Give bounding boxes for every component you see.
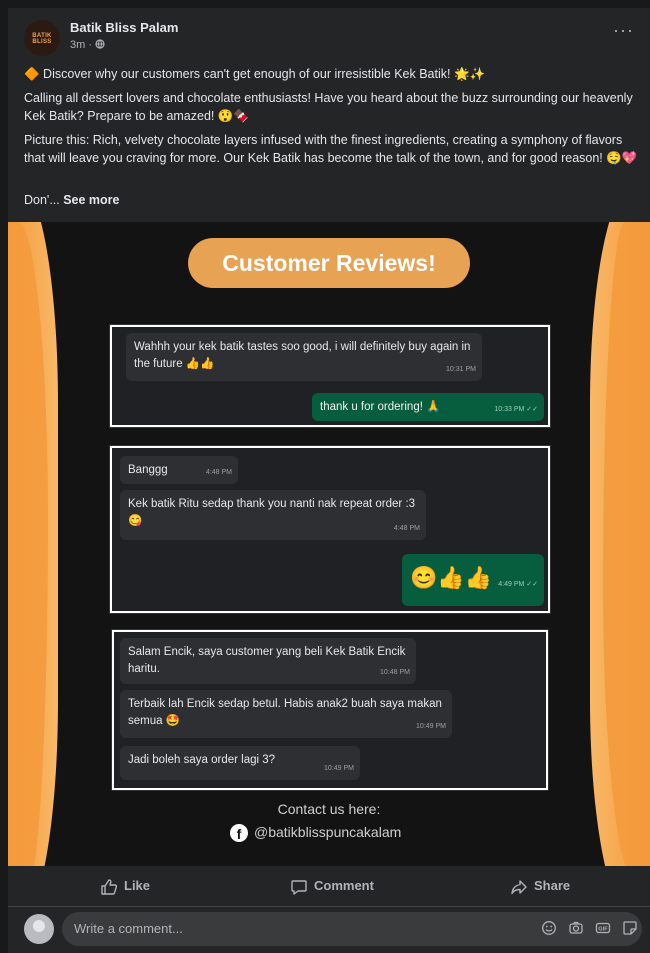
review2-bubble-1: Banggg 4:48 PM xyxy=(120,456,238,484)
user-avatar[interactable] xyxy=(24,914,54,944)
review1-outgoing-text: thank u for ordering! 🙏 xyxy=(320,401,441,413)
review1-incoming-text: Wahhh your kek batik tastes soo good, i … xyxy=(134,341,471,370)
comment-button[interactable]: Comment xyxy=(290,866,374,906)
post-timestamp[interactable]: 3m · xyxy=(70,39,105,51)
review-card-1: Wahhh your kek batik tastes soo good, i … xyxy=(110,325,550,427)
review2-msg2-text: Kek batik Ritu sedap thank you nanti nak… xyxy=(128,498,416,527)
more-options-button[interactable]: ··· xyxy=(613,21,634,39)
review2-msg1-text: Banggg xyxy=(128,464,168,476)
review2-outgoing-bubble: 😊👍👍 4:49 PM ✓✓ xyxy=(402,554,544,606)
review2-msg1-time: 4:48 PM xyxy=(205,469,232,476)
post-actions-bar: Like Comment Share xyxy=(8,866,650,907)
post-header: BATIK BLISS Batik Bliss Palam 3m · ··· xyxy=(8,8,650,60)
facebook-post: BATIK BLISS Batik Bliss Palam 3m · ··· 🔶… xyxy=(8,8,650,953)
review3-bubble-2: Terbaik lah Encik sedap betul. Habis ana… xyxy=(120,690,452,738)
emoji-icon[interactable] xyxy=(540,920,558,938)
contact-label: Contact us here: xyxy=(277,801,381,817)
comment-input[interactable]: Write a comment... GIF xyxy=(62,912,642,946)
comment-label: Comment xyxy=(314,878,374,893)
review2-msg2-time: 4:48 PM xyxy=(393,525,420,532)
post-text-truncated: Don'... See more xyxy=(24,192,639,210)
review3-msg2-time: 10:49 PM xyxy=(416,723,446,730)
review1-outgoing-bubble: thank u for ordering! 🙏 10:33 PM ✓✓ xyxy=(312,393,544,421)
review1-incoming-time: 10:31 PM xyxy=(446,366,476,373)
comment-row: Write a comment... GIF xyxy=(8,906,650,953)
post-text-paragraph2: Calling all dessert lovers and chocolate… xyxy=(24,91,633,123)
thumbs-up-icon xyxy=(100,878,124,895)
avatar-logo-text: BATIK BLISS xyxy=(32,33,52,45)
review2-outgoing-text: 😊👍👍 xyxy=(410,565,493,590)
camera-icon[interactable] xyxy=(567,920,585,938)
contact-handle-text: @batikblisspuncakalam xyxy=(254,824,402,840)
review3-bubble-3: Jadi boleh saya order lagi 3? 10:49 PM xyxy=(120,746,360,780)
ellipsis-icon: ··· xyxy=(613,20,634,40)
right-orange-wave-inner xyxy=(603,222,650,866)
review-card-2: Banggg 4:48 PM Kek batik Ritu sedap than… xyxy=(110,446,550,613)
review3-msg1-text: Salam Encik, saya customer yang beli Kek… xyxy=(128,646,406,675)
review1-incoming-bubble: Wahhh your kek batik tastes soo good, i … xyxy=(126,333,482,381)
review3-msg1-time: 10:48 PM xyxy=(380,669,410,676)
review-card-3: Salam Encik, saya customer yang beli Kek… xyxy=(112,630,548,790)
post-text-paragraph3: Picture this: Rich, velvety chocolate la… xyxy=(24,133,638,165)
see-more-link[interactable]: See more xyxy=(63,193,119,207)
post-image[interactable]: Customer Reviews! Wahhh your kek batik t… xyxy=(8,222,650,866)
facebook-icon: f xyxy=(230,824,248,843)
like-label: Like xyxy=(124,878,151,893)
review1-outgoing-time: 10:33 PM ✓✓ xyxy=(494,406,538,413)
page-avatar[interactable]: BATIK BLISS xyxy=(24,20,60,56)
share-label: Share xyxy=(534,878,571,893)
like-button[interactable]: Like xyxy=(100,866,150,906)
review3-msg3-text: Jadi boleh saya order lagi 3? xyxy=(128,754,276,766)
sticker-icon[interactable] xyxy=(621,920,639,938)
contact-handle: f @batikblisspuncakalam xyxy=(230,821,401,843)
svg-text:GIF: GIF xyxy=(598,927,608,933)
review2-outgoing-time: 4:49 PM ✓✓ xyxy=(498,581,538,588)
page-name[interactable]: Batik Bliss Palam xyxy=(70,20,178,35)
share-icon xyxy=(510,878,534,894)
post-text-line1: 🔶 Discover why our customers can't get e… xyxy=(24,67,486,81)
review3-bubble-1: Salam Encik, saya customer yang beli Kek… xyxy=(120,638,416,684)
comment-placeholder: Write a comment... xyxy=(74,921,183,936)
globe-icon xyxy=(95,39,105,51)
review3-msg2-text: Terbaik lah Encik sedap betul. Habis ana… xyxy=(128,698,442,727)
review2-bubble-2: Kek batik Ritu sedap thank you nanti nak… xyxy=(120,490,426,540)
share-button[interactable]: Share xyxy=(510,866,570,906)
truncated-text: Don'... xyxy=(24,193,64,207)
post-time-text: 3m · xyxy=(70,39,96,51)
review3-msg3-time: 10:49 PM xyxy=(324,765,354,772)
gif-icon[interactable]: GIF xyxy=(594,920,612,938)
image-title: Customer Reviews! xyxy=(188,238,470,288)
comment-icon xyxy=(290,878,314,895)
